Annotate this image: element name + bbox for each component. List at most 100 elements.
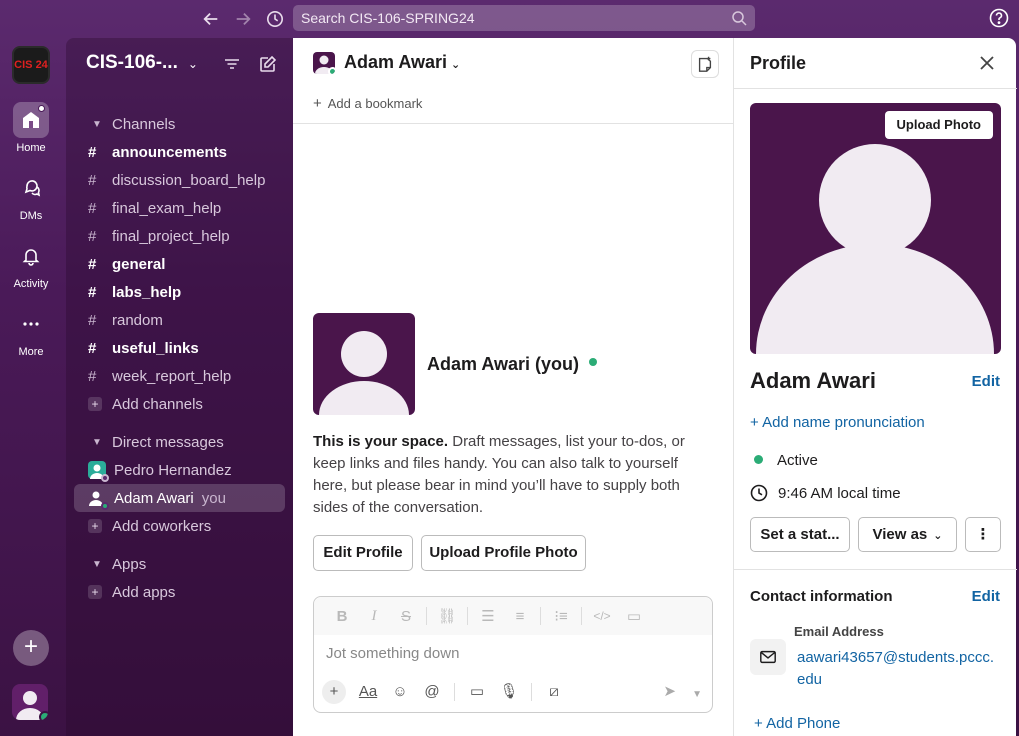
add-workspace-button[interactable]: +	[13, 630, 49, 666]
code-block-icon[interactable]: ▭	[618, 607, 650, 625]
video-icon[interactable]: ▭	[461, 680, 493, 704]
add-bookmark-button[interactable]: + Add a bookmark	[293, 88, 733, 124]
add-pronunciation-label: Add name pronunciation	[762, 414, 925, 431]
add-channels-button[interactable]: + Add channels	[74, 390, 285, 418]
chevron-down-icon[interactable]: ▼	[692, 689, 702, 700]
emoji-icon[interactable]: ☺	[384, 680, 416, 704]
search-input[interactable]: Search CIS-106-SPRING24	[293, 5, 755, 31]
sidebar-item-announcements[interactable]: # announcements	[74, 138, 285, 166]
rail-home[interactable]: Home	[0, 102, 62, 154]
strikethrough-icon[interactable]: S	[390, 608, 422, 625]
rail-more[interactable]: More	[0, 306, 62, 358]
edit-contact-link[interactable]: Edit	[972, 588, 1000, 605]
compose-icon[interactable]	[258, 54, 278, 74]
rail-dms[interactable]: DMs	[0, 170, 62, 222]
dm-section-toggle[interactable]: ▼ Direct messages	[74, 428, 285, 456]
workspace-logo[interactable]: CIS 24	[12, 46, 50, 84]
channels-header: Channels	[112, 115, 176, 133]
sidebar-item-adam-awari[interactable]: Adam Awari you	[74, 484, 285, 512]
add-bookmark-label: Add a bookmark	[327, 96, 423, 111]
bold-icon[interactable]: B	[326, 608, 358, 625]
channel-label: week_report_help	[112, 367, 232, 385]
add-coworkers-button[interactable]: + Add coworkers	[74, 512, 285, 540]
format-text-icon[interactable]: Aa	[352, 680, 384, 704]
close-icon[interactable]	[978, 54, 996, 72]
hash-icon: #	[88, 199, 97, 217]
sidebar-item-final-project-help[interactable]: # final_project_help	[74, 222, 285, 250]
vertical-dots-icon: ⋮	[975, 526, 991, 543]
add-phone-label: Add Phone	[766, 715, 841, 732]
filter-icon[interactable]	[222, 54, 242, 74]
caret-down-icon: ▼	[92, 118, 102, 130]
online-status-dot	[39, 711, 48, 720]
plus-icon: +	[313, 95, 322, 112]
edit-profile-button[interactable]: Edit Profile	[313, 535, 413, 571]
presence-status: Active	[750, 452, 818, 469]
sidebar-item-general[interactable]: # general	[74, 250, 285, 278]
channels-section-toggle[interactable]: ▼ Channels	[74, 110, 285, 138]
microphone-icon[interactable]: 🎙︎	[493, 680, 525, 704]
mention-icon[interactable]: @	[416, 680, 448, 704]
view-as-button[interactable]: View as ⌄	[858, 517, 957, 552]
shortcuts-icon[interactable]: ⧄	[538, 680, 570, 704]
italic-icon[interactable]: I	[358, 608, 390, 625]
workspace-rail: CIS 24 Home DMs Activity More +	[0, 38, 66, 736]
online-status-dot	[328, 67, 335, 74]
clock-icon	[750, 484, 768, 502]
channel-label: final_project_help	[112, 227, 230, 245]
dm-label: Pedro Hernandez	[114, 461, 232, 479]
bulleted-list-icon[interactable]: ≡	[504, 608, 536, 625]
dm-header: Direct messages	[112, 433, 224, 451]
edit-profile-link[interactable]: Edit	[972, 373, 1000, 390]
hash-icon: #	[88, 171, 97, 189]
hash-icon: #	[88, 283, 97, 301]
sidebar-item-discussion-board-help[interactable]: # discussion_board_help	[74, 166, 285, 194]
canvas-button[interactable]	[691, 50, 719, 78]
sidebar-item-final-exam-help[interactable]: # final_exam_help	[74, 194, 285, 222]
attach-plus-icon[interactable]: +	[322, 680, 346, 704]
intro-bold: This is your space.	[313, 433, 449, 450]
add-coworkers-label: Add coworkers	[112, 517, 212, 535]
back-arrow-icon[interactable]	[198, 6, 224, 32]
sidebar-item-useful-links[interactable]: # useful_links	[74, 334, 285, 362]
workspace-name: CIS-106-...	[86, 52, 178, 73]
conversation-name: Adam Awari	[344, 52, 448, 72]
add-phone-link[interactable]: + Add Phone	[754, 715, 840, 732]
upload-profile-photo-button[interactable]: Upload Profile Photo	[421, 535, 586, 571]
apps-section-toggle[interactable]: ▼ Apps	[74, 550, 285, 578]
divider	[734, 569, 1017, 570]
hash-icon: #	[88, 227, 97, 245]
rail-activity[interactable]: Activity	[0, 238, 62, 290]
link-icon[interactable]: ⛓	[431, 607, 463, 625]
sidebar-list: ▼ Channels # announcements # discussion_boa…	[74, 110, 285, 606]
email-link[interactable]: aawari43657@students.pccc.edu	[797, 647, 1002, 691]
set-status-button[interactable]: Set a stat...	[750, 517, 850, 552]
sidebar-item-random[interactable]: # random	[74, 306, 285, 334]
top-bar: Search CIS-106-SPRING24	[0, 0, 1019, 38]
history-clock-icon[interactable]	[262, 6, 288, 32]
sidebar-item-pedro-hernandez[interactable]: Pedro Hernandez	[74, 456, 285, 484]
more-actions-button[interactable]: ⋮	[965, 517, 1001, 552]
channel-label: final_exam_help	[112, 199, 222, 217]
conversation-name-button[interactable]: Adam Awari ⌄	[344, 52, 460, 73]
add-name-pronunciation-link[interactable]: + Add name pronunciation	[750, 414, 925, 431]
code-icon[interactable]: </>	[586, 609, 618, 623]
channel-label: general	[112, 255, 166, 273]
forward-arrow-icon[interactable]	[230, 6, 256, 32]
send-icon[interactable]: ➤	[663, 682, 676, 700]
message-input[interactable]: Jot something down	[326, 645, 459, 662]
help-icon[interactable]	[989, 8, 1009, 28]
workspace-name-button[interactable]: CIS-106-... ⌄	[86, 52, 198, 74]
ordered-list-icon[interactable]: ☰	[472, 607, 504, 625]
user-avatar[interactable]	[12, 684, 48, 720]
workspace-logo-text: CIS 24	[14, 58, 48, 71]
add-apps-button[interactable]: + Add apps	[74, 578, 285, 606]
main-conversation: Adam Awari ⌄ + Add a bookmark Adam Awari (…	[293, 38, 733, 736]
upload-photo-button[interactable]: Upload Photo	[884, 111, 993, 139]
sidebar-item-week-report-help[interactable]: # week_report_help	[74, 362, 285, 390]
sidebar-item-labs-help[interactable]: # labs_help	[74, 278, 285, 306]
view-as-label: View as	[872, 526, 928, 543]
more-icon	[13, 306, 49, 342]
blockquote-icon[interactable]: ⁝≡	[545, 607, 577, 625]
plus-icon: +	[88, 397, 102, 411]
